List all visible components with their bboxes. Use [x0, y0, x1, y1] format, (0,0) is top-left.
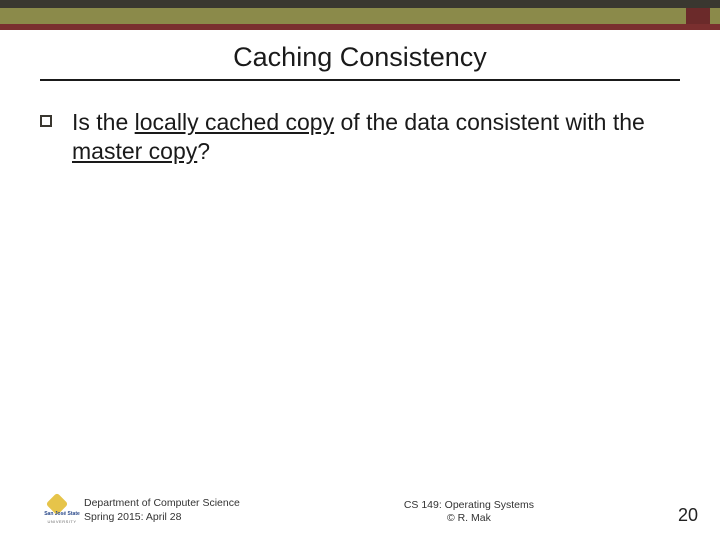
- band-olive: [0, 8, 720, 24]
- footer-left: San José State UNIVERSITY Department of …: [40, 496, 240, 526]
- slide-number: 20: [678, 505, 698, 526]
- bullet-text: Is the locally cached copy of the data c…: [72, 108, 680, 166]
- slide-content: Is the locally cached copy of the data c…: [40, 108, 680, 166]
- band-dark: [0, 0, 720, 8]
- bullet-item: Is the locally cached copy of the data c…: [40, 108, 680, 166]
- slide-footer: San José State UNIVERSITY Department of …: [40, 496, 698, 526]
- text-prefix: Is the: [72, 109, 135, 135]
- title-underline: [40, 79, 680, 81]
- footer-course: CS 149: Operating Systems: [300, 499, 638, 513]
- slide-title: Caching Consistency: [225, 42, 495, 77]
- band-maroon: [0, 24, 720, 30]
- footer-department: Department of Computer Science: [84, 497, 240, 511]
- footer-center: CS 149: Operating Systems © R. Mak: [300, 499, 638, 526]
- logo-sub: UNIVERSITY: [40, 519, 84, 524]
- footer-dept-block: Department of Computer Science Spring 20…: [84, 497, 240, 524]
- sjsu-logo: San José State UNIVERSITY: [40, 496, 74, 526]
- title-wrap: Caching Consistency: [0, 42, 720, 81]
- square-bullet-icon: [40, 115, 52, 127]
- footer-term: Spring 2015: April 28: [84, 511, 240, 525]
- text-underlined-2: master copy: [72, 138, 197, 164]
- footer-author: © R. Mak: [300, 512, 638, 526]
- text-underlined-1: locally cached copy: [135, 109, 334, 135]
- logo-name: San José State: [40, 512, 84, 517]
- decorative-top-band: [0, 0, 720, 30]
- text-suffix: ?: [197, 138, 210, 164]
- text-mid: of the data consistent with the: [334, 109, 645, 135]
